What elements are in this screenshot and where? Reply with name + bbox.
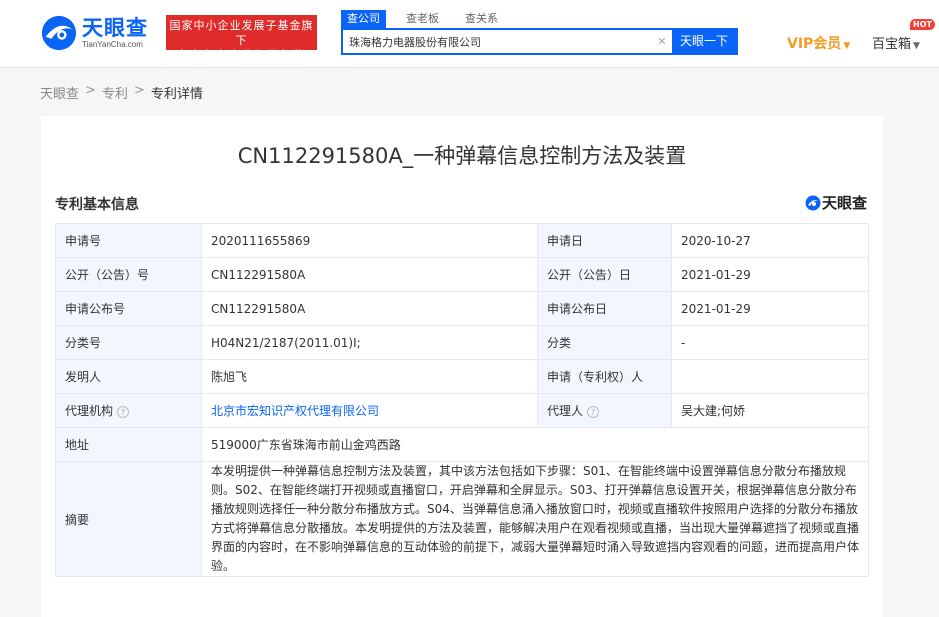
toolbox-label: 百宝箱 (872, 37, 912, 52)
search-area: 查公司 查老板 查关系 ✕ 天眼一下 (341, 10, 741, 55)
field-value: CN112291580A (201, 291, 538, 326)
field-value: 陈旭飞 (201, 359, 538, 394)
field-value: CN112291580A (201, 257, 538, 292)
field-value: - (671, 325, 869, 360)
slogan-line-2: 官方备案企业征信机构 (176, 49, 307, 62)
field-value (671, 359, 869, 394)
table-row: 地址 519000广东省珠海市前山金鸡西路 (55, 427, 869, 462)
tab-search-boss[interactable]: 查老板 (400, 10, 445, 28)
field-label: 申请公布日 (537, 291, 672, 326)
field-label: 摘要 (55, 461, 202, 577)
help-icon[interactable]: ? (117, 405, 130, 418)
field-label-agency: 代理机构? (55, 393, 202, 428)
table-row: 分类号 H04N21/2187(2011.01)I; 分类 - (55, 325, 869, 360)
breadcrumb-patent[interactable]: 专利 (102, 83, 128, 102)
caret-down-icon: ▼ (843, 41, 851, 51)
chevron-right-icon: > (133, 83, 145, 98)
table-row: 摘要 本发明提供一种弹幕信息控制方法及装置，其中该方法包括如下步骤：S01、在智… (55, 461, 869, 577)
tab-search-relation[interactable]: 查关系 (459, 10, 504, 28)
search-button[interactable]: 天眼一下 (672, 30, 736, 53)
slogan-line-1: 国家中小企业发展子基金旗下 (169, 19, 314, 47)
table-row: 发明人 陈旭飞 申请（专利权）人 (55, 359, 869, 394)
table-row: 公开（公告）号 CN112291580A 公开（公告）日 2021-01-29 (55, 257, 869, 292)
field-value: 2020111655869 (201, 223, 538, 258)
field-label: 地址 (55, 427, 202, 462)
caret-down-icon: ▼ (913, 41, 920, 51)
field-label: 代理机构 (65, 404, 114, 418)
brand-name: 天眼查 (821, 194, 867, 212)
page-title: CN112291580A_一种弹幕信息控制方法及装置 (237, 144, 687, 168)
search-input[interactable] (343, 30, 652, 53)
vip-label: VIP会员 (787, 36, 842, 52)
field-value: 2021-01-29 (671, 257, 869, 292)
toolbox-menu[interactable]: 百宝箱 ▼ (872, 33, 920, 52)
search-tabs: 查公司 查老板 查关系 (341, 10, 741, 28)
field-label-agent: 代理人? (537, 393, 672, 428)
field-label: 申请日 (537, 223, 672, 258)
patent-card: CN112291580A_一种弹幕信息控制方法及装置 专利基本信息 天眼查 申请… (41, 116, 883, 617)
section-title: 专利基本信息 (55, 197, 139, 213)
logo-eye-icon (41, 15, 77, 51)
field-value: H04N21/2187(2011.01)I; (201, 325, 538, 360)
logo-name: 天眼查 (82, 16, 148, 40)
breadcrumb: 天眼查 > 专利 > 专利详情 (40, 83, 203, 102)
field-label: 公开（公告）号 (55, 257, 202, 292)
hot-badge: HOT (910, 19, 935, 30)
field-label: 发明人 (55, 359, 202, 394)
field-value: 北京市宏知识产权代理有限公司 (201, 393, 538, 428)
field-value: 2020-10-27 (671, 223, 869, 258)
breadcrumb-home[interactable]: 天眼查 (40, 83, 79, 102)
field-label: 分类号 (55, 325, 202, 360)
brand-watermark: 天眼查 (805, 192, 867, 213)
search-box: ✕ 天眼一下 (341, 28, 738, 55)
field-label: 申请（专利权）人 (537, 359, 672, 394)
help-icon[interactable]: ? (587, 405, 600, 418)
field-label: 分类 (537, 325, 672, 360)
table-row: 代理机构? 北京市宏知识产权代理有限公司 代理人? 吴大建;何娇 (55, 393, 869, 428)
field-value: 吴大建;何娇 (671, 393, 869, 428)
tab-search-company[interactable]: 查公司 (341, 10, 386, 28)
table-row: 申请公布号 CN112291580A 申请公布日 2021-01-29 (55, 291, 869, 326)
clear-icon[interactable]: ✕ (652, 30, 672, 53)
field-label: 申请号 (55, 223, 202, 258)
logo-domain: TianYanCha.com (82, 40, 143, 49)
table-row: 申请号 2020111655869 申请日 2020-10-27 (55, 223, 869, 258)
field-value: 2021-01-29 (671, 291, 869, 326)
agency-link[interactable]: 北京市宏知识产权代理有限公司 (211, 404, 379, 418)
field-label: 申请公布号 (55, 291, 202, 326)
slogan-banner: 国家中小企业发展子基金旗下 官方备案企业征信机构 (166, 15, 317, 62)
field-label: 代理人 (547, 404, 584, 418)
vip-menu[interactable]: VIP会员 ▼ (787, 33, 850, 53)
abstract-text: 本发明提供一种弹幕信息控制方法及装置，其中该方法包括如下步骤：S01、在智能终端… (201, 461, 869, 577)
site-logo[interactable]: 天眼查 TianYanCha.com (40, 13, 158, 53)
brand-logo-icon (805, 195, 821, 210)
field-label: 公开（公告）日 (537, 257, 672, 292)
field-value: 519000广东省珠海市前山金鸡西路 (201, 427, 869, 462)
top-header: 天眼查 TianYanCha.com 国家中小企业发展子基金旗下 官方备案企业征… (0, 0, 939, 68)
patent-info-table: 申请号 2020111655869 申请日 2020-10-27 公开（公告）号… (55, 223, 869, 577)
chevron-right-icon: > (85, 83, 96, 98)
breadcrumb-current: 专利详情 (150, 87, 203, 102)
